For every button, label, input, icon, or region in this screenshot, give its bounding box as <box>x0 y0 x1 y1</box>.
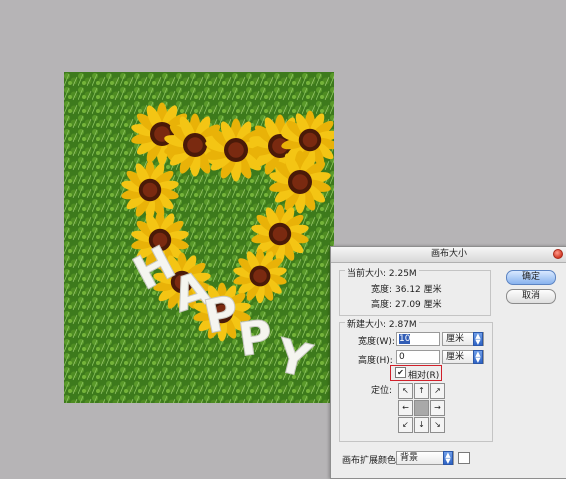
anchor-label: 定位: <box>371 386 393 396</box>
extension-color-label: 画布扩展颜色: <box>342 456 400 466</box>
width-input[interactable]: 10 <box>396 332 440 346</box>
height-input[interactable]: 0 <box>396 350 440 364</box>
anchor-arrow-down-icon[interactable]: ↓ <box>414 417 429 433</box>
chevron-updown-icon: ▲ ▼ <box>443 451 453 465</box>
current-width-value: 36.12 厘米 <box>395 285 442 295</box>
current-height-label: 高度: <box>371 300 393 310</box>
new-height-label: 高度(H): <box>358 356 393 366</box>
anchor-arrow-up-left-icon[interactable]: ↖ <box>398 383 413 399</box>
new-size-label: 新建大小: 2.87M <box>345 317 419 330</box>
cancel-button[interactable]: 取消 <box>506 289 556 304</box>
close-icon[interactable] <box>553 249 563 259</box>
width-unit-select[interactable]: 厘米 ▲ ▼ <box>442 332 484 346</box>
new-width-label: 宽度(W): <box>358 337 395 347</box>
dialog-titlebar[interactable]: 画布大小 <box>331 247 566 263</box>
chevron-updown-icon: ▲ ▼ <box>473 350 483 364</box>
anchor-arrow-right-icon[interactable]: → <box>430 400 445 416</box>
extension-color-select[interactable]: 背景 ▲ ▼ <box>396 451 454 465</box>
anchor-arrow-down-right-icon[interactable]: ↘ <box>430 417 445 433</box>
anchor-arrow-up-icon[interactable]: ↑ <box>414 383 429 399</box>
anchor-arrow-up-right-icon[interactable]: ↗ <box>430 383 445 399</box>
ok-button[interactable]: 确定 <box>506 270 556 285</box>
canvas-image[interactable]: H A P P Y <box>64 72 334 403</box>
height-unit-select[interactable]: 厘米 ▲ ▼ <box>442 350 484 364</box>
dialog-title: 画布大小 <box>430 249 467 259</box>
chevron-updown-icon: ▲ ▼ <box>473 332 483 346</box>
relative-label: 相对(R) <box>408 371 440 381</box>
anchor-arrow-down-left-icon[interactable]: ↙ <box>398 417 413 433</box>
relative-checkbox[interactable]: ✔ <box>395 367 406 378</box>
anchor-center[interactable] <box>414 400 429 416</box>
current-height-value: 27.09 厘米 <box>395 300 442 310</box>
current-width-label: 宽度: <box>371 285 393 295</box>
current-size-label: 当前大小: 2.25M <box>345 266 419 279</box>
anchor-grid: ↖ ↑ ↗ ← → ↙ ↓ ↘ <box>398 383 445 433</box>
anchor-arrow-left-icon[interactable]: ← <box>398 400 413 416</box>
canvas-image-svg: H A P P Y <box>64 72 334 403</box>
color-swatch[interactable] <box>458 452 470 464</box>
